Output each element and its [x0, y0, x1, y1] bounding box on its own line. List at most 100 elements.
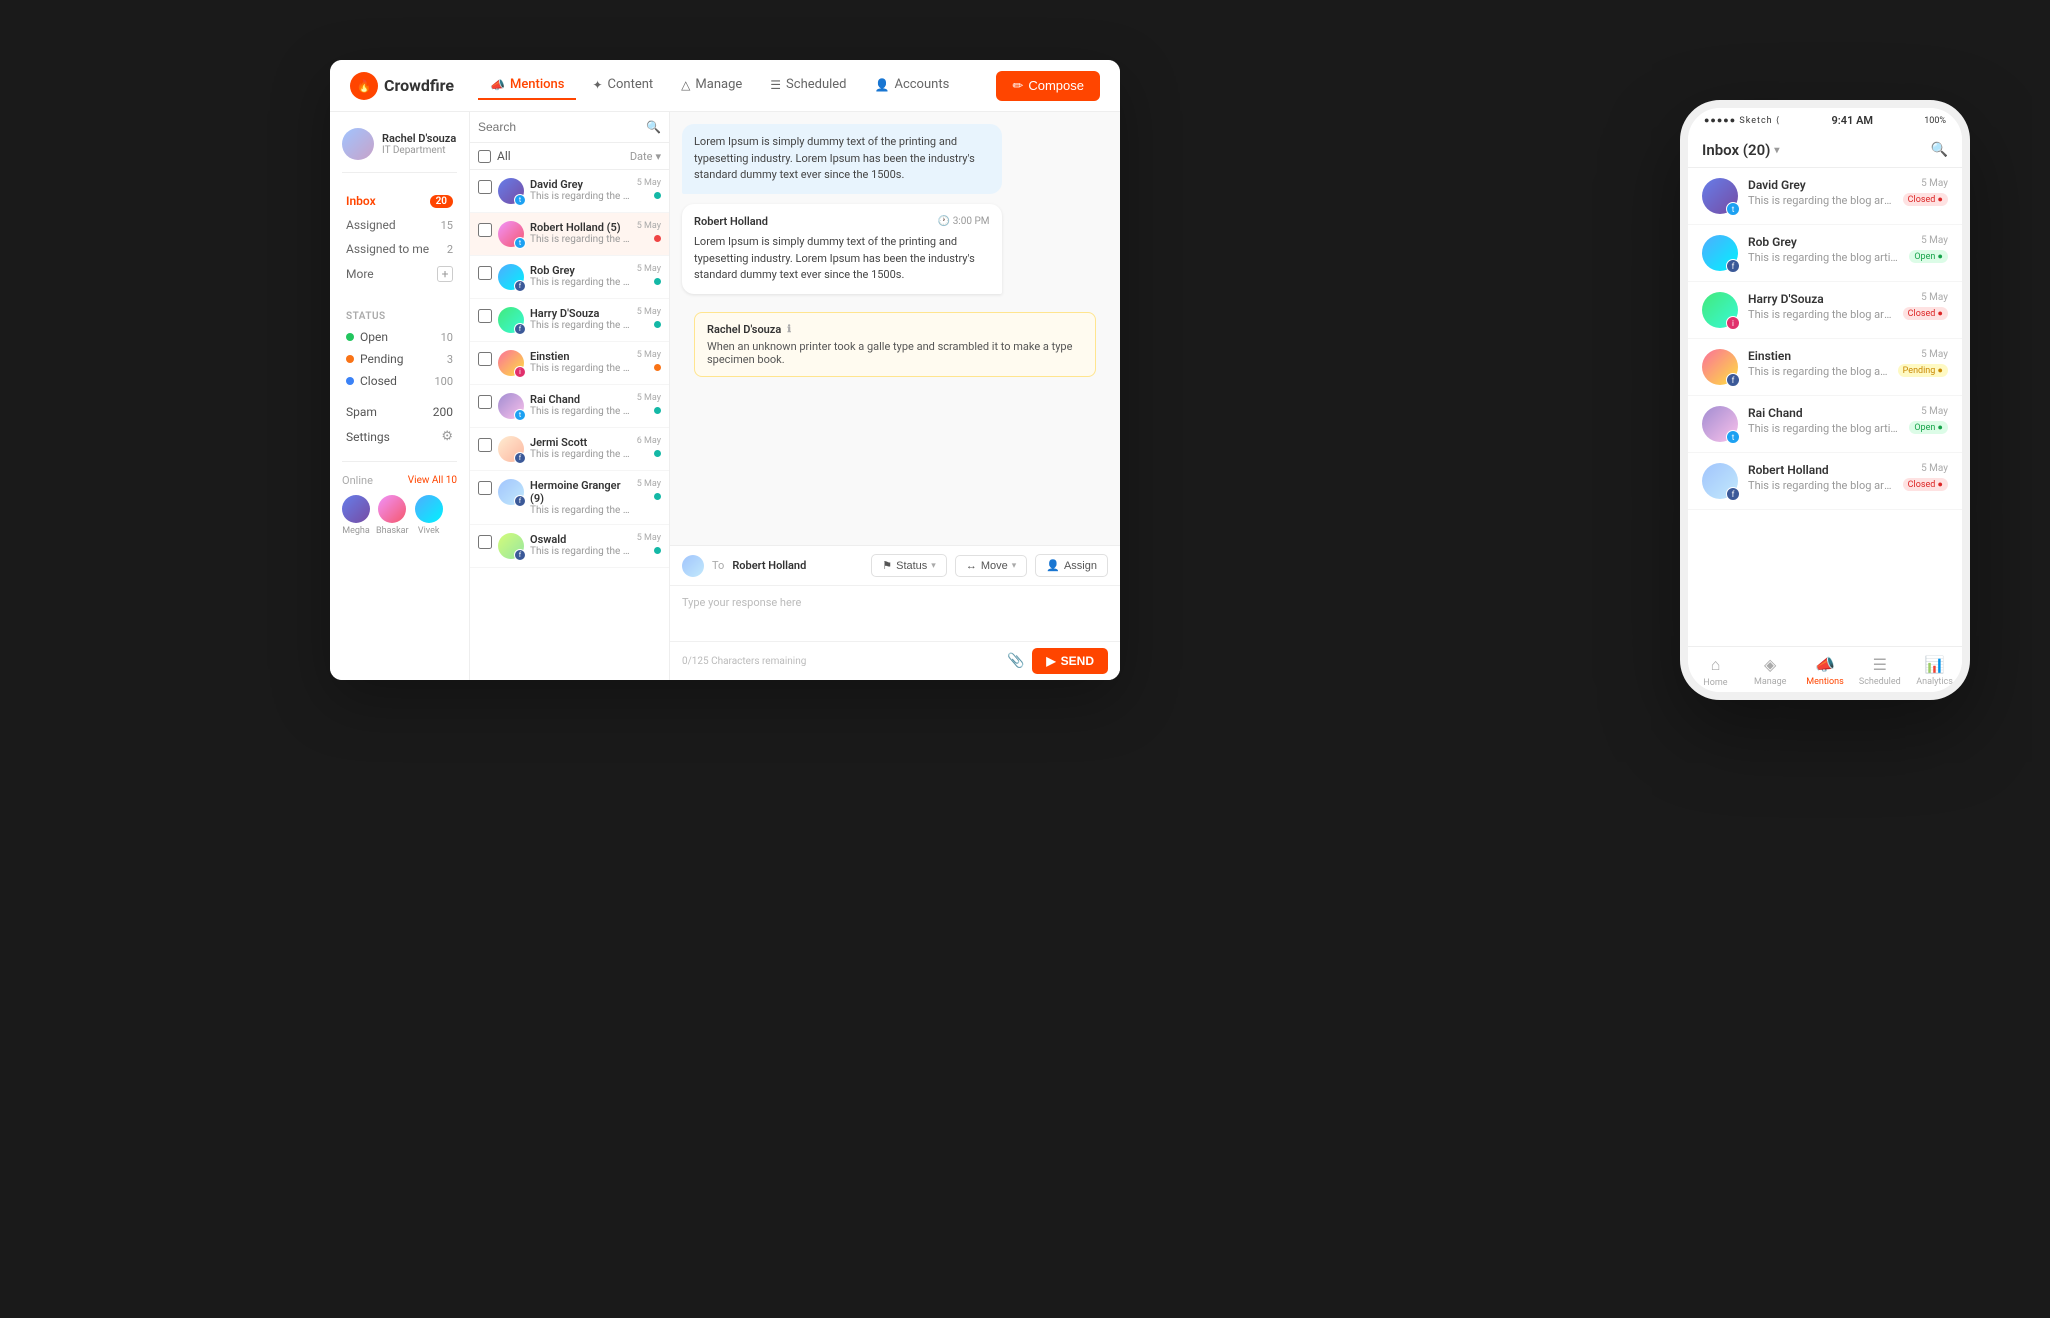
msg-text: This is regarding the blog article publi… — [530, 277, 631, 288]
nav-scheduled[interactable]: ☰ Scheduled — [758, 71, 858, 100]
mobile-msg-date: 5 May — [1921, 235, 1948, 246]
chat-panel: Lorem Ipsum is simply dummy text of the … — [670, 112, 1120, 680]
list-item[interactable]: t Rai Chand This is regarding the blog a… — [470, 385, 669, 428]
status-button[interactable]: ⚑ Status ▾ — [871, 554, 947, 577]
msg-status-dot — [654, 493, 661, 500]
mobile-nav-manage[interactable]: ◈ Manage — [1743, 655, 1798, 688]
list-item[interactable]: f Robert Holland This is regarding the b… — [1688, 453, 1962, 510]
compose-button[interactable]: ✏ Compose — [996, 71, 1100, 101]
list-item[interactable]: f Rob Grey This is regarding the blog ar… — [470, 256, 669, 299]
top-nav: 🔥 Crowdfire 📣 Mentions ✦ Content △ Manag… — [330, 60, 1120, 112]
vivek-avatar — [415, 495, 443, 523]
pending-label: Pending — [360, 352, 404, 366]
content-label: Content — [608, 77, 654, 92]
instagram-badge: i — [514, 366, 526, 378]
sidebar-item-more[interactable]: More + — [342, 261, 457, 287]
select-all-checkbox[interactable] — [478, 150, 491, 163]
logo: 🔥 Crowdfire — [350, 72, 454, 100]
assign-button[interactable]: 👤 Assign — [1035, 554, 1108, 577]
mobile-msg-meta: 5 May Closed ● — [1903, 463, 1948, 491]
msg-status-dot — [654, 407, 661, 414]
megha-avatar — [342, 495, 370, 523]
inbox-title-text: Inbox (20) — [1702, 141, 1770, 159]
status-label: Status — [896, 560, 927, 572]
sidebar-item-inbox[interactable]: Inbox 20 — [342, 189, 457, 213]
spam-item[interactable]: Spam 200 — [342, 400, 457, 424]
msg-checkbox[interactable] — [478, 438, 492, 452]
settings-item[interactable]: Settings ⚙ — [342, 424, 457, 449]
list-item[interactable]: f Rob Grey This is regarding the blog ar… — [1688, 225, 1962, 282]
msg-checkbox[interactable] — [478, 180, 492, 194]
online-user-megha: Megha — [342, 495, 370, 536]
mobile-search-icon[interactable]: 🔍 — [1931, 142, 1948, 158]
nav-manage[interactable]: △ Manage — [669, 71, 754, 100]
user-info: Rachel D'souza IT Department — [382, 132, 456, 156]
search-bar: 🔍 — [470, 112, 669, 143]
status-open[interactable]: Open 10 — [342, 326, 457, 348]
mobile-status-badge: Pending ● — [1898, 364, 1948, 377]
mobile-msg-date: 5 May — [1921, 178, 1948, 189]
msg-checkbox[interactable] — [478, 266, 492, 280]
msg-checkbox[interactable] — [478, 395, 492, 409]
reply-placeholder: Type your response here — [682, 596, 801, 609]
nav-mentions[interactable]: 📣 Mentions — [478, 71, 576, 100]
date-sort[interactable]: Date ▾ — [630, 150, 661, 163]
sidebar-item-assigned-to-me[interactable]: Assigned to me 2 — [342, 237, 457, 261]
assigned-to-me-count: 2 — [447, 243, 453, 256]
mobile-nav-mentions[interactable]: 📣 Mentions — [1798, 655, 1853, 688]
msg-date: 5 May — [637, 533, 661, 543]
move-button[interactable]: ↔ Move ▾ — [955, 555, 1027, 577]
list-item[interactable]: t Rai Chand This is regarding the blog a… — [1688, 396, 1962, 453]
sidebar-nav: Inbox 20 Assigned 15 Assigned to me 2 Mo… — [342, 189, 457, 287]
send-button[interactable]: ▶ SEND — [1032, 648, 1108, 674]
list-item[interactable]: t David Grey This is regarding the blog … — [470, 170, 669, 213]
open-count: 10 — [441, 331, 453, 344]
mobile-status-badge: Closed ● — [1903, 478, 1948, 491]
list-item[interactable]: f Einstien This is regarding the blog ar… — [1688, 339, 1962, 396]
send-arrow-icon: ▶ — [1046, 654, 1055, 668]
sidebar-item-assigned[interactable]: Assigned 15 — [342, 213, 457, 237]
mobile-nav-scheduled[interactable]: ☰ Scheduled — [1852, 655, 1907, 688]
msg-checkbox[interactable] — [478, 352, 492, 366]
list-item[interactable]: f Jermi Scott This is regarding the blog… — [470, 428, 669, 471]
facebook-badge: f — [514, 280, 526, 292]
msg-checkbox[interactable] — [478, 223, 492, 237]
msg-text: This is regarding the blog article publi… — [530, 406, 631, 417]
msg-text: This is regarding the blog article publi… — [530, 505, 631, 516]
reply-to-label: To — [712, 559, 724, 572]
bubble-time: 3:00 PM — [953, 216, 990, 227]
date-sort-label: Date — [630, 150, 653, 163]
nav-accounts[interactable]: 👤 Accounts — [863, 71, 962, 100]
msg-name: Einstien — [530, 350, 631, 363]
mobile-nav-home[interactable]: ⌂ Home — [1688, 655, 1743, 688]
msg-checkbox[interactable] — [478, 309, 492, 323]
status-pending[interactable]: Pending 3 — [342, 348, 457, 370]
msg-status-dot — [654, 364, 661, 371]
list-item[interactable]: t David Grey This is regarding the blog … — [1688, 168, 1962, 225]
search-input[interactable] — [478, 120, 640, 134]
inbox-chevron-icon: ▾ — [1774, 145, 1779, 156]
view-all-link[interactable]: View All 10 — [408, 475, 457, 486]
mobile-nav-analytics[interactable]: 📊 Analytics — [1907, 655, 1962, 688]
list-item[interactable]: f Harry D'Souza This is regarding the bl… — [470, 299, 669, 342]
attachment-icon[interactable]: 📎 — [1007, 653, 1024, 669]
list-item[interactable]: f Oswald This is regarding the blog... 5… — [470, 525, 669, 568]
mobile-msg-text: This is regarding the blog article publi… — [1748, 308, 1893, 321]
list-item[interactable]: f Hermoine Granger (9) This is regarding… — [470, 471, 669, 525]
mobile-msg-name: Rai Chand — [1748, 406, 1899, 420]
msg-avatar: i — [498, 350, 524, 376]
list-item[interactable]: t Robert Holland (5) This is regarding t… — [470, 213, 669, 256]
msg-checkbox[interactable] — [478, 481, 492, 495]
accounts-icon: 👤 — [875, 78, 890, 92]
list-item[interactable]: i Einstien This is regarding the blog ar… — [470, 342, 669, 385]
msg-checkbox[interactable] — [478, 535, 492, 549]
status-closed[interactable]: Closed 100 — [342, 370, 457, 392]
mobile-battery: 100% — [1924, 116, 1946, 126]
note-panel: Rachel D'souza ℹ When an unknown printer… — [694, 312, 1096, 377]
more-plus-icon[interactable]: + — [437, 266, 453, 282]
mobile-msg-text: This is regarding the blog article publi… — [1748, 194, 1893, 207]
list-item[interactable]: i Harry D'Souza This is regarding the bl… — [1688, 282, 1962, 339]
mobile-msg-date: 5 May — [1921, 406, 1948, 417]
nav-content[interactable]: ✦ Content — [580, 71, 665, 100]
avatar — [342, 128, 374, 160]
